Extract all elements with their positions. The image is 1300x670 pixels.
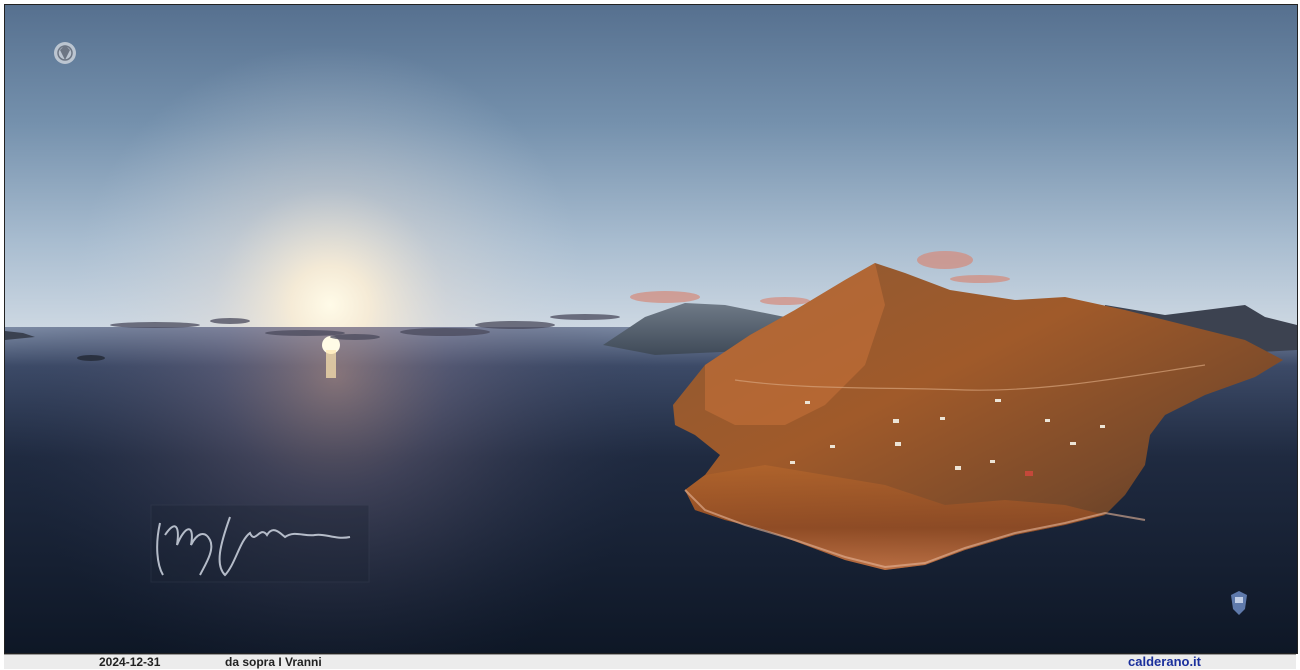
caption-bar: 2024-12-31 da sopra I Vranni calderano.i… (4, 654, 1296, 669)
site-link[interactable]: calderano.it (1128, 655, 1201, 669)
signature-icon (150, 504, 370, 583)
photo-date: 2024-12-31 (99, 655, 161, 669)
panorama-image[interactable] (4, 4, 1298, 654)
photo-title: da sopra I Vranni (225, 655, 322, 669)
crest-icon (54, 42, 76, 64)
panorama-frame: 2024-12-31 da sopra I Vranni calderano.i… (0, 0, 1300, 670)
